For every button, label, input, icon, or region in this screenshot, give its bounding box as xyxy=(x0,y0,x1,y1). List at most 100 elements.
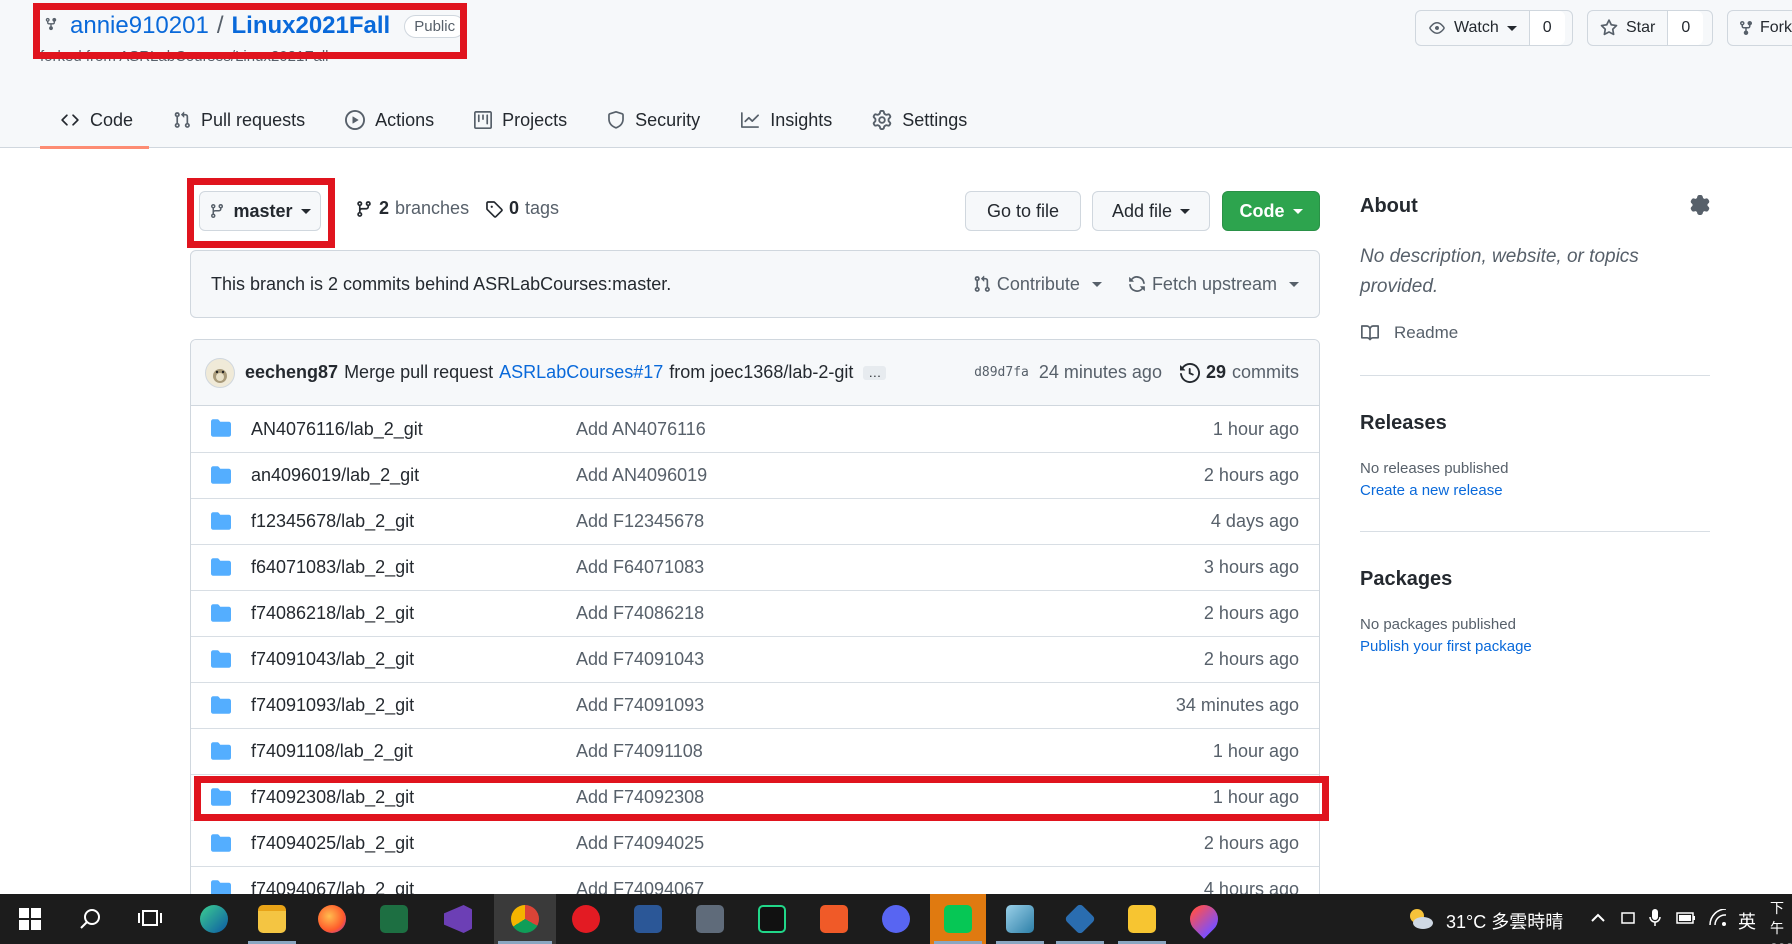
commit-sha-link[interactable]: d89d7fa xyxy=(974,365,1029,380)
file-name-link[interactable]: f64071083/lab_2_git xyxy=(251,557,414,578)
file-name-link[interactable]: f74091093/lab_2_git xyxy=(251,695,414,716)
tab-projects[interactable]: Projects xyxy=(474,95,567,145)
calculator-icon[interactable] xyxy=(682,894,738,944)
packages-heading[interactable]: Packages xyxy=(1360,568,1452,591)
history-icon xyxy=(1179,362,1200,383)
tray-chevron-up-icon[interactable] xyxy=(1590,910,1606,926)
weather-icon[interactable] xyxy=(1406,906,1434,932)
tab-pull-requests[interactable]: Pull requests xyxy=(173,95,305,145)
media-player-icon[interactable] xyxy=(558,894,614,944)
file-name-link[interactable]: f74091108/lab_2_git xyxy=(251,741,413,762)
releases-heading[interactable]: Releases xyxy=(1360,412,1447,435)
wifi-icon[interactable] xyxy=(1708,909,1728,927)
app-window-icon[interactable] xyxy=(992,894,1048,944)
paint-app-icon[interactable] xyxy=(1114,894,1170,944)
branches-link[interactable]: 2 branches xyxy=(355,198,469,219)
file-commit-message-link[interactable]: Add AN4096019 xyxy=(576,465,707,486)
code-button[interactable]: Code xyxy=(1222,191,1320,231)
search-icon[interactable] xyxy=(62,894,118,944)
virtualbox-icon[interactable] xyxy=(1052,894,1108,944)
windows-start-icon[interactable] xyxy=(2,894,58,944)
file-commit-message-link[interactable]: Add AN4076116 xyxy=(576,419,706,440)
commit-pr-link[interactable]: ASRLabCourses#17 xyxy=(499,362,663,383)
color-drop-icon[interactable] xyxy=(1176,894,1232,944)
table-row[interactable]: f74091093/lab_2_git Add F74091093 34 minut… xyxy=(191,682,1319,728)
microphone-icon[interactable] xyxy=(1648,908,1662,928)
table-row[interactable]: f74091043/lab_2_git Add F74091043 2 hours … xyxy=(191,636,1319,682)
visual-studio-icon[interactable] xyxy=(430,894,486,944)
table-row[interactable]: f74091108/lab_2_git Add F74091108 1 hour a… xyxy=(191,728,1319,774)
meet-now-icon[interactable] xyxy=(1620,910,1636,926)
tab-selected-indicator xyxy=(40,146,149,149)
tab-code[interactable]: Code xyxy=(60,95,133,145)
clock[interactable]: 下午 202 xyxy=(1770,898,1792,944)
file-name-link[interactable]: f74091043/lab_2_git xyxy=(251,649,414,670)
tab-insights-label: Insights xyxy=(770,109,833,130)
file-commit-message-link[interactable]: Add F74091043 xyxy=(576,649,704,670)
watch-button[interactable]: Watch 0 xyxy=(1415,10,1573,46)
commit-message-prefix[interactable]: Merge pull request xyxy=(344,362,493,383)
file-commit-message-link[interactable]: Add F74094025 xyxy=(576,833,704,854)
file-name-link[interactable]: f12345678/lab_2_git xyxy=(251,511,414,532)
chevron-down-icon xyxy=(1506,25,1517,31)
watch-dropdown[interactable]: Watch xyxy=(1416,11,1529,45)
star-button[interactable]: Star 0 xyxy=(1587,10,1713,46)
tab-settings[interactable]: Settings xyxy=(872,95,967,145)
file-commit-age: 1 hour ago xyxy=(1212,418,1299,439)
table-row[interactable]: an4096019/lab_2_git Add AN4096019 2 hours … xyxy=(191,452,1319,498)
edge-browser-icon[interactable] xyxy=(186,894,242,944)
readme-link[interactable]: Readme xyxy=(1360,323,1458,343)
commit-expand-button[interactable]: … xyxy=(863,365,887,380)
file-name-link[interactable]: AN4076116/lab_2_git xyxy=(251,419,423,440)
tab-settings-label: Settings xyxy=(902,109,968,130)
file-commit-message-link[interactable]: Add F64071083 xyxy=(576,557,704,578)
file-commit-message-link[interactable]: Add F74086218 xyxy=(576,603,704,624)
ec-app-icon[interactable] xyxy=(806,894,862,944)
file-commit-message-link[interactable]: Add F12345678 xyxy=(576,511,704,532)
word-icon[interactable] xyxy=(620,894,676,944)
battery-icon[interactable] xyxy=(1676,911,1696,925)
tab-projects-label: Projects xyxy=(502,109,568,130)
tags-link[interactable]: 0 tags xyxy=(485,198,559,219)
fork-toggle[interactable]: Fork xyxy=(1728,11,1792,45)
table-row[interactable]: f64071083/lab_2_git Add F64071083 3 hours … xyxy=(191,544,1319,590)
file-explorer-icon[interactable] xyxy=(244,894,300,944)
add-file-button[interactable]: Add file xyxy=(1092,191,1210,231)
file-name-link[interactable]: f74086218/lab_2_git xyxy=(251,603,414,624)
table-row[interactable]: f12345678/lab_2_git Add F12345678 4 days a… xyxy=(191,498,1319,544)
file-name-link[interactable]: an4096019/lab_2_git xyxy=(251,465,419,486)
commits-history-link[interactable]: 29 commits xyxy=(1179,362,1299,383)
go-to-file-button[interactable]: Go to file xyxy=(965,191,1081,231)
input-method-indicator[interactable]: 英 xyxy=(1738,908,1756,934)
create-release-link[interactable]: Create a new release xyxy=(1360,482,1503,499)
chrome-icon[interactable] xyxy=(494,894,556,944)
contribute-dropdown[interactable]: Contribute xyxy=(973,274,1102,295)
about-settings-gear-icon[interactable] xyxy=(1690,195,1710,215)
publish-package-link[interactable]: Publish your first package xyxy=(1360,638,1532,655)
tab-actions[interactable]: Actions xyxy=(345,95,434,145)
discord-icon[interactable] xyxy=(868,894,924,944)
firefox-icon[interactable] xyxy=(304,894,360,944)
fetch-upstream-dropdown[interactable]: Fetch upstream xyxy=(1128,274,1299,295)
commit-author-link[interactable]: eecheng87 xyxy=(245,362,338,383)
table-row[interactable]: f74086218/lab_2_git Add F74086218 2 hours … xyxy=(191,590,1319,636)
file-name-link[interactable]: f74094025/lab_2_git xyxy=(251,833,414,854)
file-commit-message-link[interactable]: Add F74091093 xyxy=(576,695,704,716)
fork-button[interactable]: Fork xyxy=(1727,10,1792,46)
line-icon[interactable] xyxy=(930,894,986,944)
file-commit-message-link[interactable]: Add F74091108 xyxy=(576,741,703,762)
star-toggle[interactable]: Star xyxy=(1588,11,1667,45)
table-row[interactable]: AN4076116/lab_2_git Add AN4076116 1 hour a… xyxy=(191,406,1319,452)
file-commit-age: 2 hours ago xyxy=(1203,603,1299,623)
excel-icon[interactable] xyxy=(366,894,422,944)
tab-insights[interactable]: Insights xyxy=(740,95,832,145)
weather-text[interactable]: 31°C 多雲時晴 xyxy=(1446,908,1563,934)
clion-icon[interactable] xyxy=(744,894,800,944)
tab-security[interactable]: Security xyxy=(607,95,700,145)
task-view-icon[interactable] xyxy=(122,894,178,944)
table-row[interactable]: f74094025/lab_2_git Add F74094025 2 hours … xyxy=(191,820,1319,866)
avatar[interactable] xyxy=(205,357,235,388)
watch-count[interactable]: 0 xyxy=(1528,11,1565,45)
star-count[interactable]: 0 xyxy=(1667,11,1704,45)
commit-message-suffix[interactable]: from joec1368/lab-2-git xyxy=(669,362,853,383)
